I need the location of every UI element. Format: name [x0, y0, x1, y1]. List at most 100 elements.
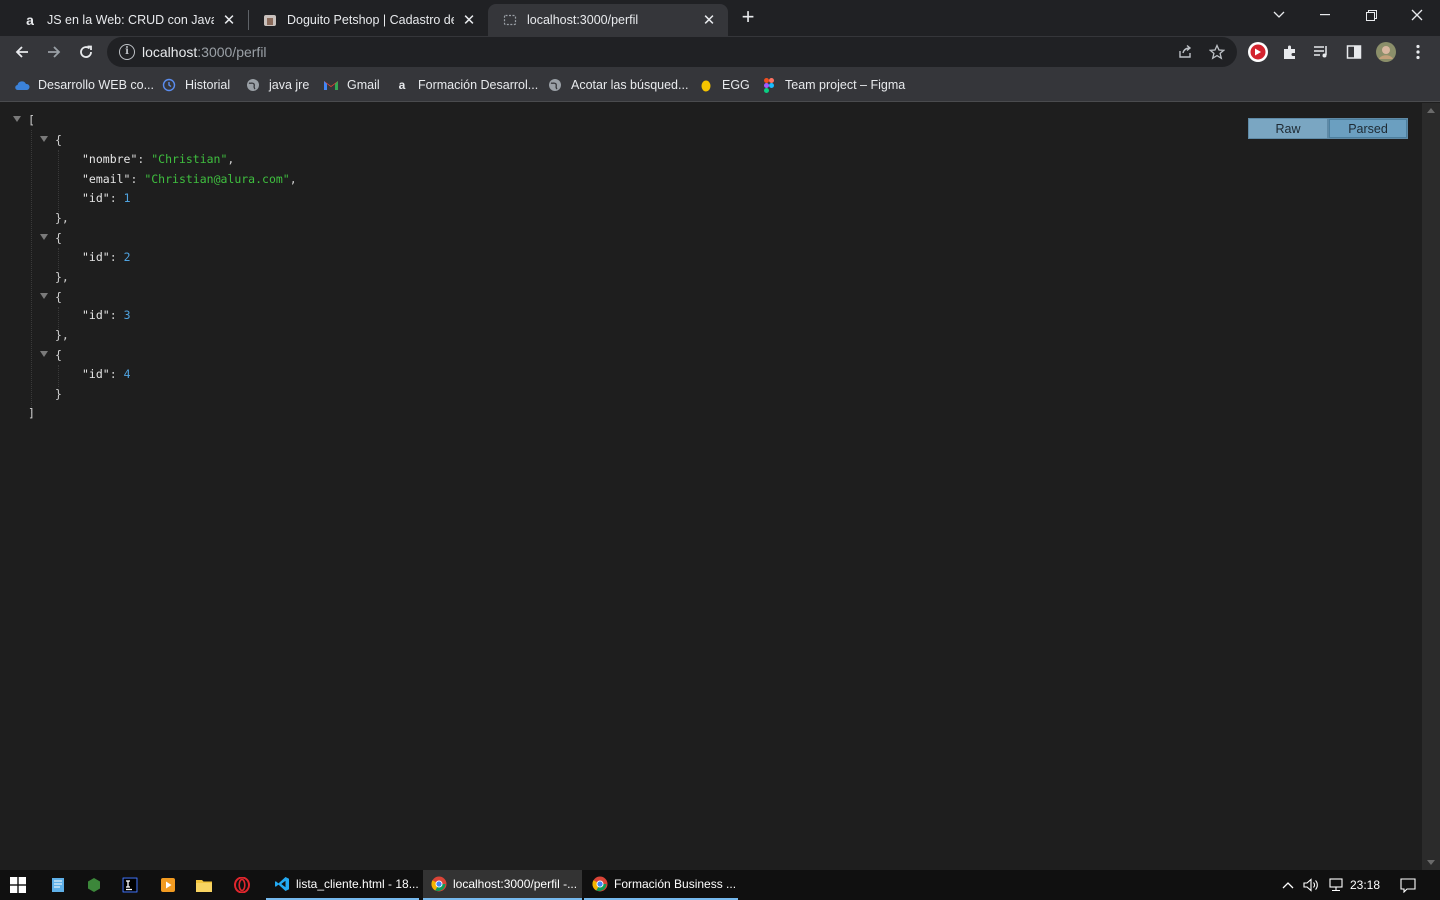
history-icon [161, 77, 177, 93]
bookmark-egg[interactable]: EGG [698, 75, 750, 95]
tab-search-button[interactable] [1256, 0, 1302, 30]
intellij-icon[interactable] [118, 870, 142, 900]
media-control-icon[interactable] [1309, 39, 1335, 65]
collapse-toggle-root[interactable] [13, 116, 21, 122]
collapse-toggle-record[interactable] [40, 234, 48, 240]
json-key: "id" [82, 250, 110, 264]
media-player-icon[interactable] [156, 870, 180, 900]
url-host: localhost [142, 44, 198, 60]
close-icon[interactable]: ✕ [460, 11, 478, 29]
windows-start-icon[interactable] [6, 870, 30, 900]
json-row-id: "id": 3 [82, 308, 131, 322]
bookmark-label: java jre [269, 78, 310, 92]
notification-icon[interactable] [1396, 870, 1420, 900]
json-viewer: [ { "nombre": "Christian", "email": "Chr… [0, 103, 1422, 870]
minimize-button[interactable] [1302, 0, 1348, 30]
bookmark-desarrollo-web[interactable]: Desarrollo WEB co... [14, 75, 154, 95]
profile-avatar[interactable] [1373, 39, 1399, 65]
tab-doguito[interactable]: Doguito Petshop | Cadastro de cl ✕ [248, 4, 488, 36]
restore-button[interactable] [1348, 0, 1394, 30]
side-panel-icon[interactable] [1341, 39, 1367, 65]
notepad-icon[interactable] [46, 870, 70, 900]
new-tab-button[interactable]: + [738, 6, 758, 28]
json-number-value: 1 [123, 191, 131, 205]
json-string-value: "Christian@alura.com" [144, 172, 290, 186]
chevron-up-icon[interactable] [1278, 870, 1298, 900]
puzzle-icon[interactable] [1277, 39, 1303, 65]
gmail-icon [323, 77, 339, 93]
kebab-menu-icon[interactable] [1405, 39, 1431, 65]
json-close-brace: } [55, 387, 62, 401]
json-row-id: "id": 2 [82, 250, 131, 264]
opera-icon[interactable] [230, 870, 254, 900]
json-row-email: "email": "Christian@alura.com", [82, 172, 297, 186]
restore-icon [1365, 9, 1377, 21]
bookmark-formacion[interactable]: a Formación Desarrol... [394, 75, 539, 95]
json-key: "email" [82, 172, 131, 186]
close-icon[interactable]: ✕ [220, 11, 238, 29]
file-explorer-icon[interactable] [192, 870, 216, 900]
taskbar-app-chrome-localhost[interactable]: localhost:3000/perfil -... [423, 870, 582, 900]
collapse-toggle-record[interactable] [40, 293, 48, 299]
speaker-icon[interactable] [1301, 870, 1321, 900]
bookmark-figma[interactable]: Team project – Figma [761, 75, 905, 95]
json-open-bracket: [ [28, 113, 35, 127]
bookmark-label: Team project – Figma [785, 78, 906, 92]
forward-button[interactable] [40, 38, 68, 66]
alura-a-icon: a [26, 12, 34, 28]
chevron-down-icon [1273, 11, 1285, 18]
bookmark-label: Acotar las búsqued... [571, 78, 689, 92]
page-icon [502, 12, 518, 28]
close-icon[interactable]: ✕ [700, 11, 718, 29]
taskbar-app-label: localhost:3000/perfil -... [453, 877, 578, 891]
json-close-brace: }, [55, 270, 69, 284]
browser-toolbar: i localhost:3000/perfil [0, 36, 1440, 68]
windows-taskbar: lista_cliente.html - 18... localhost:300… [0, 870, 1440, 900]
parsed-button[interactable]: Parsed [1328, 118, 1408, 139]
close-icon [1411, 9, 1423, 21]
scroll-up-arrow[interactable] [1427, 108, 1435, 113]
bookmark-label: Gmail [347, 78, 380, 92]
figma-icon [761, 77, 777, 93]
doguito-icon [262, 12, 278, 28]
tab-localhost[interactable]: localhost:3000/perfil ✕ [488, 4, 728, 36]
bookmark-label: Historial [185, 78, 231, 92]
bookmark-historial[interactable]: Historial [161, 75, 230, 95]
tab-alura[interactable]: a JS en la Web: CRUD con JavaScript ✕ [8, 4, 248, 36]
address-bar[interactable]: i localhost:3000/perfil [107, 37, 1237, 67]
collapse-toggle-record[interactable] [40, 351, 48, 357]
vertical-scrollbar[interactable] [1422, 103, 1440, 870]
url-path: :3000/perfil [197, 44, 267, 60]
bookmarks-bar: Desarrollo WEB co... Historial java jre … [0, 68, 1440, 102]
raw-button[interactable]: Raw [1248, 118, 1328, 139]
bookmark-gmail[interactable]: Gmail [323, 75, 380, 95]
json-string-value: "Christian" [151, 152, 228, 166]
network-icon[interactable] [1325, 870, 1347, 900]
json-row-nombre: "nombre": "Christian", [82, 152, 235, 166]
taskbar-app-chrome-formacion[interactable]: Formación Business ... [584, 870, 738, 900]
close-window-button[interactable] [1394, 0, 1440, 30]
scroll-down-arrow[interactable] [1427, 860, 1435, 865]
chrome-icon [592, 876, 608, 892]
taskbar-app-vscode[interactable]: lista_cliente.html - 18... [266, 870, 419, 900]
json-row-id: "id": 1 [82, 191, 131, 205]
json-row-id: "id": 4 [82, 367, 131, 381]
indent-guide [58, 248, 59, 270]
reload-button[interactable] [72, 38, 100, 66]
vscode-icon [275, 877, 289, 891]
json-open-brace: { [55, 231, 62, 245]
extension-record-icon[interactable] [1245, 39, 1271, 65]
json-open-brace: { [55, 290, 62, 304]
bookmark-java-jre[interactable]: java jre [245, 75, 309, 95]
url-text[interactable]: localhost:3000/perfil [142, 44, 267, 60]
info-icon[interactable]: i [119, 44, 135, 60]
bookmark-acotar[interactable]: Acotar las búsqued... [547, 75, 688, 95]
nodejs-icon[interactable] [82, 870, 106, 900]
back-button[interactable] [8, 38, 36, 66]
tab-title: localhost:3000/perfil [527, 13, 639, 27]
share-icon[interactable] [1175, 42, 1195, 62]
taskbar-clock[interactable]: 23:18 [1350, 878, 1380, 892]
json-number-value: 2 [123, 250, 131, 264]
collapse-toggle-record[interactable] [40, 136, 48, 142]
star-icon[interactable] [1207, 42, 1227, 62]
